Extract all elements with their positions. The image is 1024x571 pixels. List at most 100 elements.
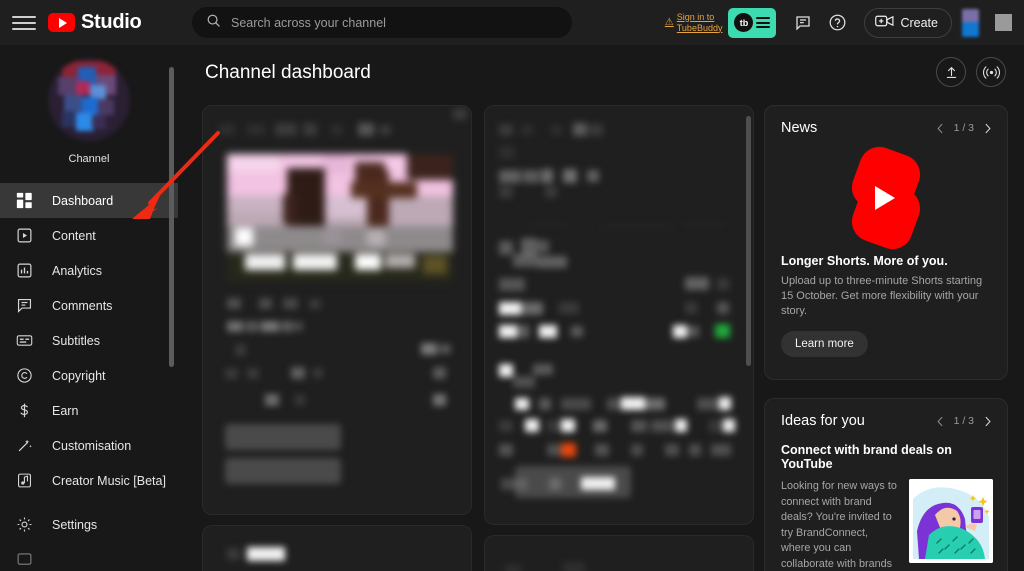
channel-identity[interactable]: Channel [0,45,178,165]
sidebar-item-customisation[interactable]: Customisation [0,428,178,463]
news-panel: News 1 / 3 Longer Shorts. More of you. U [764,105,1008,380]
account-avatar[interactable] [962,8,979,37]
ideas-panel: Ideas for you 1 / 3 Connect with brand d… [764,398,1008,571]
page-title: Channel dashboard [205,62,371,83]
sidebar-item-settings[interactable]: Settings [0,507,178,542]
chevron-left-icon[interactable] [935,416,946,427]
top-bar: Studio ⚠ Sign in to TubeBuddy tb [0,0,1024,45]
sidebar-item-send-feedback[interactable] [0,542,178,571]
news-pager-label: 1 / 3 [953,122,974,134]
search-input[interactable] [231,15,558,30]
ideas-body: Looking for new ways to connect with bra… [781,480,897,570]
ideas-headline: Connect with brand deals on YouTube [781,443,952,471]
sidebar-item-subtitles[interactable]: Subtitles [0,323,178,358]
upload-icon[interactable] [936,57,966,87]
ideas-header: Ideas for you 1 / 3 [765,399,1007,429]
sidebar-item-dashboard[interactable]: Dashboard [0,183,178,218]
hamburger-menu-icon[interactable] [12,11,36,35]
ideas-title: Ideas for you [781,413,865,429]
send-feedback-icon [14,550,34,570]
earn-dollar-icon [14,401,34,421]
ideas-pager: 1 / 3 [935,415,993,427]
video-thumbnail [227,154,453,282]
news-body: Upload up to three-minute Shorts startin… [781,275,983,317]
go-live-icon[interactable] [976,57,1006,87]
blurred-card-content [203,526,471,571]
channel-label: Channel [68,153,110,165]
chevron-right-icon[interactable] [982,123,993,134]
sidebar: Channel Dashboard Content Analytics Comm… [0,45,178,571]
feedback-icon[interactable] [786,6,820,40]
window-square-icon[interactable] [995,14,1012,31]
sidebar-item-creator-music[interactable]: Creator Music [Beta] [0,463,178,498]
tubebuddy-menu-icon[interactable] [756,17,771,28]
ideas-pager-label: 1 / 3 [953,415,974,427]
ideas-content-row: Looking for new ways to connect with bra… [765,471,1007,571]
sidebar-scrollbar[interactable] [169,67,174,367]
creator-music-icon [14,471,34,491]
sidebar-item-copyright[interactable]: Copyright [0,358,178,393]
brand-name: Studio [81,11,142,33]
sidebar-item-analytics[interactable]: Analytics [0,253,178,288]
warning-triangle-icon: ⚠ [664,17,674,28]
tubebuddy-logo-icon: tb [734,13,754,32]
top-bar-right-actions: ⚠ Sign in to TubeBuddy tb Create [665,0,1024,45]
help-circle-icon[interactable] [820,6,854,40]
subtitles-icon [14,331,34,351]
lower-left-card[interactable] [202,525,472,571]
brandconnect-illustration [909,479,993,563]
sidebar-item-label: Copyright [52,368,106,383]
sidebar-divider [0,498,178,507]
comments-bubble-icon [14,296,34,316]
sidebar-item-earn[interactable]: Earn [0,393,178,428]
lower-middle-card[interactable] [484,535,754,571]
create-video-icon [875,14,894,31]
chevron-left-icon[interactable] [935,123,946,134]
chevron-right-icon[interactable] [982,416,993,427]
blurred-card-content [485,536,753,571]
youtube-logo-icon [48,13,75,32]
tubebuddy-signin-link[interactable]: ⚠ Sign in to TubeBuddy [665,12,723,34]
dashboard-grid-icon [14,191,34,211]
search-icon [206,13,221,33]
sidebar-item-label: Creator Music [Beta] [52,473,166,488]
sidebar-item-label: Subtitles [52,333,100,348]
customisation-wand-icon [14,436,34,456]
youtube-studio-window: Studio ⚠ Sign in to TubeBuddy tb [0,0,1024,571]
news-pager: 1 / 3 [935,122,993,134]
news-title: News [781,120,818,136]
news-header: News 1 / 3 [765,106,1007,136]
youtube-shorts-logo [845,141,927,255]
settings-gear-icon [14,515,34,535]
sidebar-item-label: Comments [52,298,113,313]
news-headline: Longer Shorts. More of you. [781,254,948,268]
sidebar-item-label: Analytics [52,263,103,278]
channel-avatar[interactable] [48,59,130,141]
sidebar-item-comments[interactable]: Comments [0,288,178,323]
main-top-actions [936,57,1006,87]
sidebar-item-label: Dashboard [52,193,114,208]
sidebar-nav: Dashboard Content Analytics Comments Sub… [0,183,178,571]
analytics-bar-icon [14,261,34,281]
tubebuddy-button[interactable]: tb [728,7,777,38]
card-scrollbar[interactable] [746,116,751,366]
create-button-label: Create [900,15,938,30]
search-bar[interactable] [192,7,572,38]
sidebar-item-label: Settings [52,517,98,532]
channel-analytics-card[interactable] [484,105,754,525]
sidebar-item-content[interactable]: Content [0,218,178,253]
blurred-card-content [485,106,753,524]
tubebuddy-signin-line1: Sign in to [676,11,715,22]
blurred-card-content [203,106,471,514]
sidebar-item-label: Earn [52,403,79,418]
copyright-icon [14,366,34,386]
main-content: Channel dashboard News 1 / 3 Longer Shor… [178,45,1024,571]
latest-video-card[interactable] [202,105,472,515]
studio-brand-logo[interactable]: Studio [48,11,142,34]
sidebar-item-label: Customisation [52,438,132,453]
news-learn-more-button[interactable]: Learn more [781,331,868,357]
tubebuddy-signin-line2: TubeBuddy [676,22,723,33]
sidebar-item-label: Content [52,228,96,243]
content-video-icon [14,226,34,246]
create-button[interactable]: Create [864,7,952,38]
